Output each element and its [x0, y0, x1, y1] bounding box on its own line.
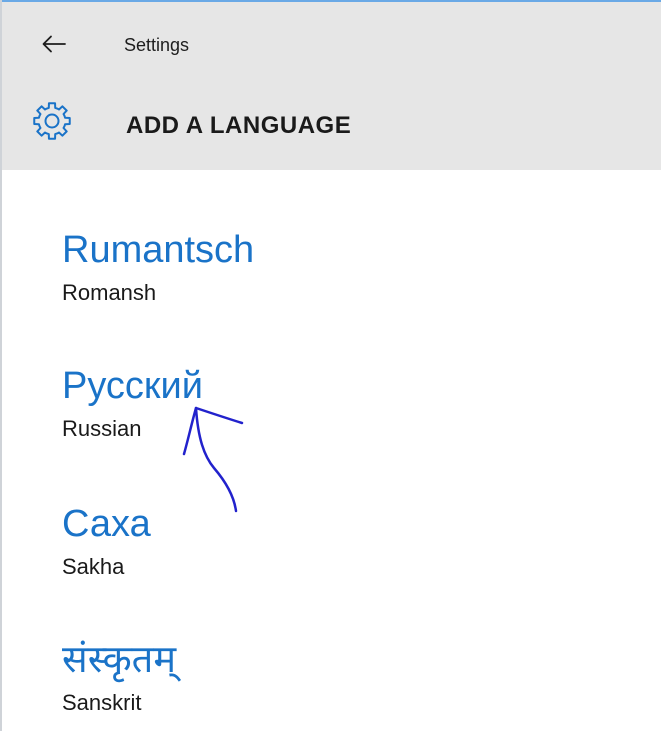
language-english-name: Russian: [62, 416, 142, 441]
language-native-name: Rumantsch: [62, 229, 255, 271]
language-native-name: संस्कृतम्: [62, 639, 177, 681]
language-english-name: Sanskrit: [62, 690, 142, 715]
back-button[interactable]: [36, 28, 72, 60]
settings-window: Settings ADD A LANGUAGE Rumantsch Romans…: [0, 0, 661, 731]
language-native-name: Русский: [62, 365, 203, 407]
gear-icon: [33, 102, 71, 140]
language-english-name: Sakha: [62, 554, 125, 579]
page-heading: ADD A LANGUAGE: [2, 92, 661, 154]
header: Settings ADD A LANGUAGE: [2, 2, 661, 170]
page-title: ADD A LANGUAGE: [126, 112, 352, 139]
language-item-russian[interactable]: Русский Russian: [60, 364, 620, 472]
language-item-sakha[interactable]: Саха Sakha: [60, 502, 620, 610]
back-arrow-icon: [42, 35, 66, 53]
window-title: Settings: [124, 35, 190, 55]
language-item-sanskrit[interactable]: संस्कृतम् Sanskrit: [60, 638, 620, 731]
language-english-name: Romansh: [62, 280, 157, 305]
titlebar: Settings: [2, 2, 661, 84]
language-item-romansh[interactable]: Rumantsch Romansh: [60, 228, 620, 336]
language-native-name: Саха: [62, 503, 151, 545]
